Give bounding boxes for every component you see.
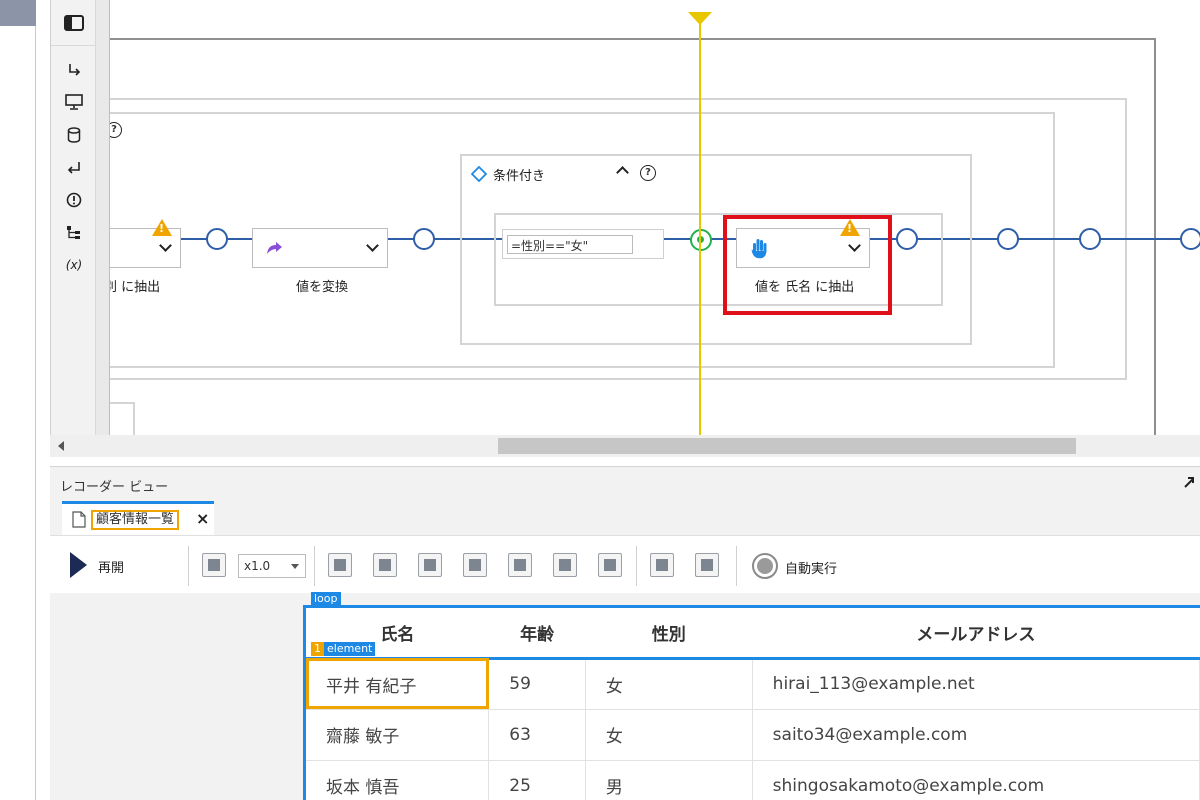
close-icon[interactable]: × — [196, 509, 209, 528]
chevron-down-icon[interactable] — [159, 239, 172, 252]
flow-connector-point[interactable] — [1180, 228, 1200, 250]
loop-tag: loop — [311, 592, 341, 606]
flow-connector-point[interactable] — [1079, 228, 1101, 250]
toolbar-separator — [314, 546, 315, 586]
return-icon[interactable] — [51, 156, 97, 180]
column-header-email[interactable]: メールアドレス — [752, 608, 1200, 660]
cell-email[interactable]: saito34@example.com — [752, 709, 1200, 761]
playhead-marker-icon[interactable] — [688, 12, 712, 25]
speed-value: x1.0 — [244, 559, 271, 573]
toolbar-separator — [188, 546, 189, 586]
cell-gender[interactable]: 男 — [585, 760, 753, 800]
node-label: 別 に抽出 — [110, 280, 161, 295]
cell-email[interactable]: hirai_113@example.net — [752, 658, 1200, 710]
playhead-line — [699, 22, 701, 435]
popout-icon[interactable] — [1183, 476, 1195, 488]
transform-arrow-icon — [267, 242, 282, 254]
recorder-toolbar: 再開 x1.0 自動実行 — [50, 535, 1200, 593]
chevron-down-icon[interactable] — [366, 239, 379, 252]
table-row[interactable]: 齋藤 敏子 63 女 saito34@example.com — [306, 709, 1200, 761]
cell-gender[interactable]: 女 — [585, 709, 753, 761]
toolbar-separator — [736, 546, 737, 586]
alert-icon[interactable] — [51, 188, 97, 212]
table-row[interactable]: 坂本 慎吾 25 男 shingosakamoto@example.com — [306, 760, 1200, 800]
scrollbar-thumb[interactable] — [498, 438, 1076, 454]
move-up-icon[interactable] — [508, 553, 532, 577]
element-tag: 1 element — [311, 642, 376, 656]
highlight-box — [723, 215, 892, 315]
move-up-left-icon[interactable] — [373, 553, 397, 577]
flow-connector-point[interactable] — [413, 228, 435, 250]
rail-gutter — [96, 0, 110, 435]
cell-name[interactable]: 齋藤 敏子 — [306, 709, 490, 761]
column-header-gender[interactable]: 性別 — [585, 608, 753, 660]
flow-connector-point[interactable] — [997, 228, 1019, 250]
cell-age[interactable]: 59 — [488, 658, 586, 710]
flow-canvas[interactable]: ? ! 別 に抽出 値を変換 条件付き ? =性別=="女" ! 値を 氏名 に… — [110, 0, 1200, 435]
scroll-left-icon[interactable] — [58, 441, 64, 451]
cell-name[interactable]: 平井 有紀子 — [306, 658, 490, 710]
play-icon[interactable] — [70, 552, 87, 578]
database-icon[interactable] — [51, 123, 97, 147]
table-row[interactable]: 平井 有紀子 59 女 hirai_113@example.net — [306, 658, 1200, 710]
toggle-panel-button[interactable] — [51, 0, 97, 46]
screenshot-icon[interactable] — [202, 553, 226, 577]
help-icon[interactable]: ? — [640, 165, 656, 181]
capture-region-icon[interactable] — [695, 553, 719, 577]
recorder-view-title: レコーダー ビュー — [50, 466, 1200, 498]
tree-icon[interactable] — [51, 221, 97, 245]
toolbar-separator — [636, 546, 637, 586]
left-window-strip — [0, 0, 36, 800]
auto-run-dot — [757, 558, 773, 574]
flow-connector-point[interactable] — [896, 228, 918, 250]
auto-run-button[interactable]: 自動実行 — [785, 558, 837, 577]
panel-toggle-icon — [64, 14, 84, 31]
condition-expression-box[interactable]: =性別=="女" — [502, 229, 664, 259]
dropdown-arrow-icon[interactable] — [291, 564, 299, 569]
condition-expression-input[interactable]: =性別=="女" — [507, 235, 633, 254]
customer-table: 氏名 年齢 性別 メールアドレス 平井 有紀子 59 女 hirai_113@e… — [306, 608, 1200, 800]
horizontal-scrollbar[interactable] — [50, 435, 1200, 457]
cell-age[interactable]: 25 — [488, 760, 586, 800]
table-header-row: 氏名 年齢 性別 メールアドレス — [306, 608, 1200, 660]
move-top-left-icon[interactable] — [328, 553, 352, 577]
tab-customer-list[interactable]: 顧客情報一覧 × — [62, 501, 214, 535]
document-icon — [72, 511, 86, 528]
node-label: 値を変換 — [296, 280, 349, 295]
condition-diamond-icon — [471, 166, 487, 182]
page-icon[interactable] — [598, 553, 622, 577]
divider — [50, 457, 1200, 466]
flow-connector-point[interactable] — [206, 228, 228, 250]
customer-table-container[interactable]: 氏名 年齢 性別 メールアドレス 平井 有紀子 59 女 hirai_113@e… — [303, 605, 1200, 800]
move-down-icon[interactable] — [553, 553, 577, 577]
condition-title: 条件付き — [493, 169, 546, 184]
variable-icon[interactable]: (x) — [51, 253, 97, 277]
auto-run-icon[interactable] — [752, 553, 778, 579]
lower-block-frame — [110, 402, 135, 435]
tab-label: 顧客情報一覧 — [91, 510, 180, 530]
element-index-tag: 1 — [311, 642, 324, 656]
tool-rail: (x) — [50, 0, 97, 435]
resume-button[interactable]: 再開 — [98, 557, 124, 576]
window-corner — [0, 0, 36, 26]
capture-window-icon[interactable] — [650, 553, 674, 577]
transform-node[interactable] — [252, 228, 388, 268]
warning-icon: ! — [152, 219, 172, 236]
cell-age[interactable]: 63 — [488, 709, 586, 761]
step-into-icon[interactable] — [51, 58, 97, 82]
cell-email[interactable]: shingosakamoto@example.com — [752, 760, 1200, 800]
move-bottom-right-icon[interactable] — [463, 553, 487, 577]
column-header-age[interactable]: 年齢 — [488, 608, 586, 660]
cell-gender[interactable]: 女 — [585, 658, 753, 710]
speed-select[interactable]: x1.0 — [238, 554, 306, 578]
monitor-icon[interactable] — [51, 90, 97, 114]
cell-name[interactable]: 坂本 慎吾 — [306, 760, 490, 800]
active-step-point[interactable] — [690, 229, 712, 251]
element-label-tag: element — [324, 642, 376, 656]
move-down-right-icon[interactable] — [418, 553, 442, 577]
